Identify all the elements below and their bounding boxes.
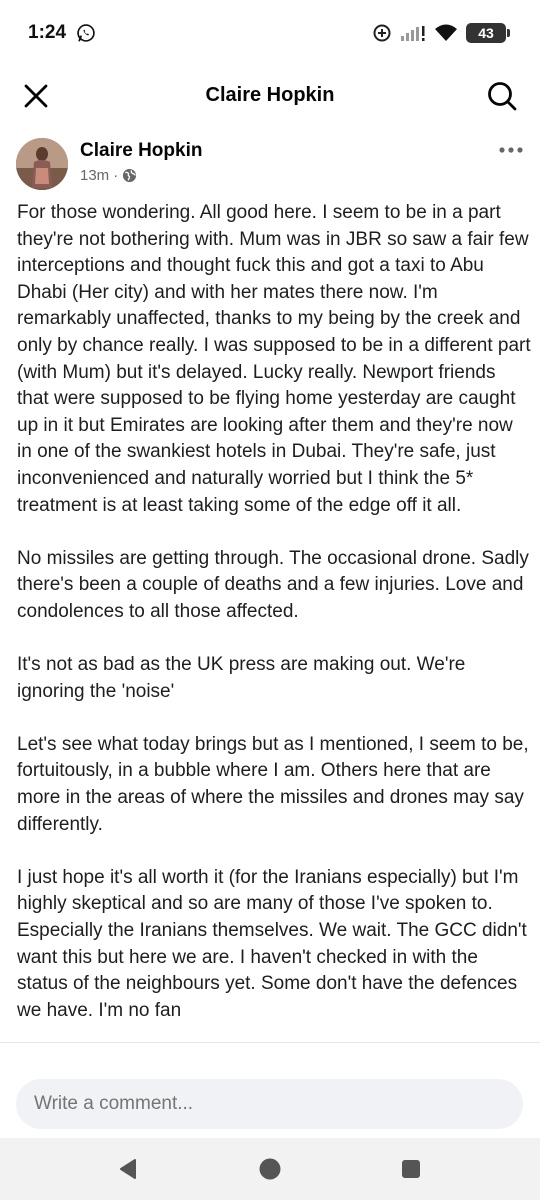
post-paragraph-5: I just hope it's all worth it (for the I…: [17, 866, 527, 1021]
data-saver-icon: [373, 24, 391, 42]
avatar[interactable]: [16, 138, 68, 190]
clock: 1:24: [28, 22, 67, 43]
wifi-icon: [435, 24, 457, 41]
more-options-icon[interactable]: [496, 140, 526, 160]
comment-input[interactable]: [16, 1079, 523, 1129]
system-nav-bar: [0, 1138, 540, 1200]
post-paragraph-1: For those wondering. All good here. I se…: [17, 202, 531, 516]
page-title: Claire Hopkin: [205, 84, 335, 106]
post-author[interactable]: Claire Hopkin: [80, 140, 202, 162]
post-meta: 13m ·: [80, 167, 137, 184]
back-triangle-icon[interactable]: [116, 1157, 140, 1181]
post-time[interactable]: 13m: [80, 167, 109, 184]
avatar-photo-icon: [16, 138, 68, 190]
signal-icon: [401, 26, 425, 41]
post-body: For those wondering. All good here. I se…: [17, 200, 531, 1042]
battery-icon: 43: [466, 23, 510, 43]
whatsapp-icon: [77, 24, 95, 42]
battery-level: 43: [478, 25, 494, 41]
status-bar: 1:24 43: [0, 0, 540, 64]
globe-icon: [123, 168, 137, 183]
status-icons: 43: [372, 21, 510, 45]
home-circle-icon[interactable]: [258, 1157, 282, 1181]
top-app-bar: Claire Hopkin: [0, 64, 540, 130]
post-paragraph-2: No missiles are getting through. The occ…: [17, 547, 529, 622]
meta-separator: ·: [113, 167, 119, 184]
search-icon[interactable]: [486, 80, 518, 112]
post-paragraph-4: Let's see what today brings but as I men…: [17, 733, 529, 835]
post-paragraph-3: It's not as bad as the UK press are maki…: [17, 654, 466, 702]
recents-square-icon[interactable]: [399, 1157, 423, 1181]
comment-bar: [0, 1042, 540, 1139]
